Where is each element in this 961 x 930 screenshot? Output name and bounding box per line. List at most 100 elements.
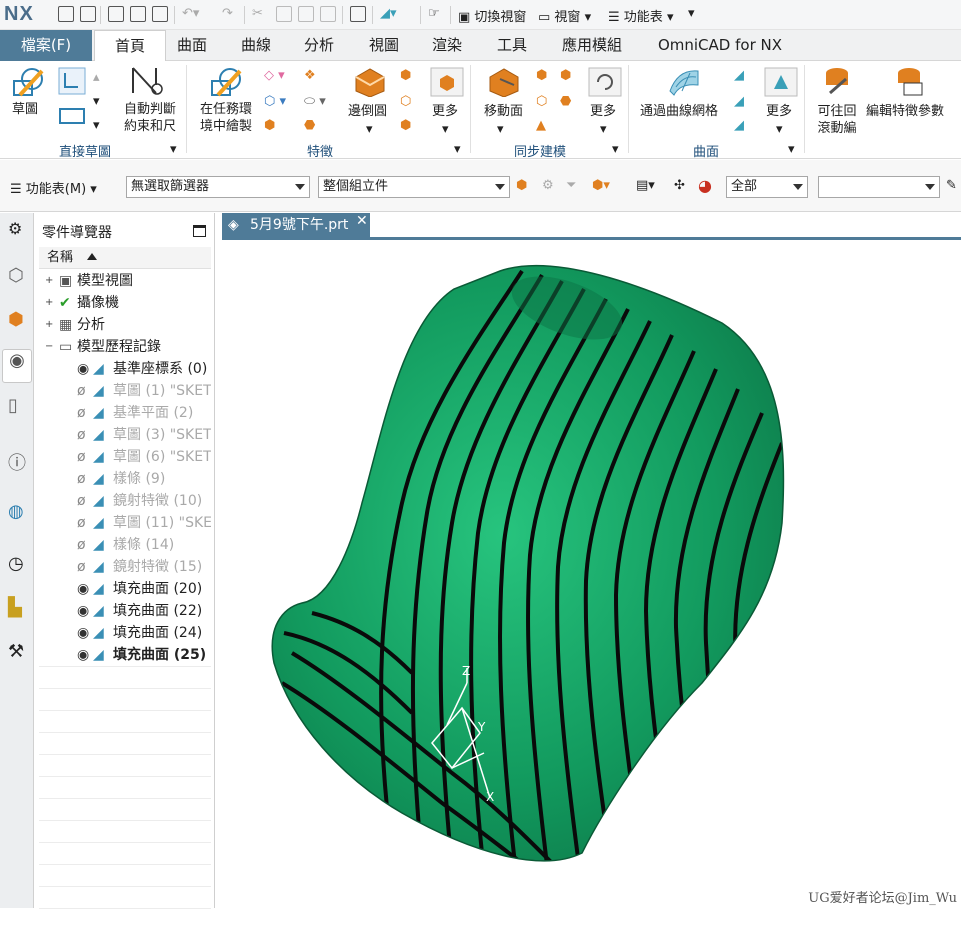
more-features-dropdown-icon[interactable]: ▾ <box>442 121 449 138</box>
save-all-icon[interactable] <box>152 6 168 22</box>
assembly-icon[interactable]: ⬢▾ <box>592 178 610 193</box>
part-navigator-icon[interactable]: ◉ <box>2 349 32 383</box>
navigator-row[interactable]: ø ◢ 草圖 (1) "SKET <box>39 380 211 402</box>
cylinder-icon[interactable]: ⬭ ▾ <box>304 93 326 110</box>
visible-eye-icon[interactable]: ◉ <box>77 622 89 644</box>
navigator-row[interactable]: ø ◢ 樣條 (14) <box>39 534 211 556</box>
more-surface-dropdown-icon[interactable]: ▾ <box>776 121 783 138</box>
expand-icon[interactable]: + <box>45 276 53 286</box>
gallery-expand-icon[interactable]: ▾ <box>93 93 100 110</box>
tab-file[interactable]: 檔案(F) <box>0 30 92 61</box>
tab-applications[interactable]: 應用模組 <box>556 30 628 61</box>
hidden-eye-icon[interactable]: ø <box>77 468 86 490</box>
web-browser-icon[interactable]: ◍ <box>8 501 28 522</box>
open-file-icon[interactable] <box>80 6 96 22</box>
constraint-navigator-icon[interactable]: ⬢ <box>8 309 28 330</box>
maximize-icon[interactable] <box>193 225 206 237</box>
navigator-row[interactable]: ø ◢ 鏡射特徵 (10) <box>39 490 211 512</box>
chamfer-icon[interactable]: ⬢ <box>400 67 411 84</box>
model-view[interactable]: Z Y X <box>222 213 961 908</box>
feature-group-dropdown-icon[interactable]: ▾ <box>454 141 461 158</box>
color-wheel-icon[interactable]: ◕ <box>698 176 712 195</box>
navigator-row[interactable]: ø ◢ 草圖 (3) "SKET <box>39 424 211 446</box>
save-as-icon[interactable] <box>130 6 146 22</box>
tab-curve[interactable]: 曲線 <box>236 30 276 61</box>
tab-surface[interactable]: 曲面 <box>172 30 212 61</box>
rectangle-icon[interactable] <box>58 105 86 127</box>
menu-button[interactable]: ☰ 功能表 ▾ <box>608 6 673 25</box>
snap-icon[interactable]: ✎ <box>946 178 957 193</box>
copy-icon[interactable] <box>276 6 292 22</box>
navigator-row[interactable]: ø ◢ 草圖 (6) "SKET <box>39 446 211 468</box>
more-surface-icon[interactable] <box>764 67 798 97</box>
more-features-icon[interactable] <box>430 67 464 97</box>
group-dropdown-icon[interactable]: ▾ <box>170 141 177 158</box>
through-curve-mesh-icon[interactable] <box>666 65 702 97</box>
block-icon[interactable]: ⬢ <box>264 117 275 134</box>
edge-blend-label[interactable]: 邊倒圓 <box>348 103 387 120</box>
hidden-eye-icon[interactable]: ø <box>77 556 86 578</box>
tab-view[interactable]: 視圖 <box>364 30 404 61</box>
navigator-row[interactable]: + ▦ 分析 <box>39 314 211 336</box>
sync-group-dropdown-icon[interactable]: ▾ <box>612 141 619 158</box>
cut-icon[interactable]: ✂ <box>252 6 263 21</box>
pull-face-icon[interactable]: ⬢ <box>536 67 547 84</box>
task-sketch-icon[interactable] <box>210 65 244 99</box>
group-direct-sketch[interactable]: 直接草圖 <box>54 141 116 160</box>
move-face-dropdown-icon[interactable]: ▾ <box>497 121 504 138</box>
resize-blend-icon[interactable]: ▲ <box>536 117 546 134</box>
sketch-icon[interactable] <box>12 65 46 99</box>
navigator-row[interactable]: ø ◢ 草圖 (11) "SKE <box>39 512 211 534</box>
hidden-eye-icon[interactable]: ø <box>77 424 86 446</box>
datum-plane-icon[interactable]: ◇ ▾ <box>264 67 285 84</box>
navigator-row[interactable]: ◉ ◢ 填充曲面 (20) <box>39 578 211 600</box>
auto-constraints-icon[interactable] <box>130 65 166 97</box>
more-sync-dropdown-icon[interactable]: ▾ <box>600 121 607 138</box>
edit-feature-parameters-icon[interactable] <box>892 65 926 97</box>
hidden-eye-icon[interactable]: ø <box>77 402 86 424</box>
save-icon[interactable] <box>108 6 124 22</box>
studio-surface-icon[interactable]: ◢ <box>734 117 744 134</box>
undo-icon[interactable]: ↶▾ <box>182 6 199 21</box>
hidden-eye-icon[interactable]: ø <box>77 512 86 534</box>
selection-filter-select[interactable]: 無選取篩選器 <box>126 176 310 198</box>
delete-face-icon[interactable]: ⬣ <box>560 93 571 110</box>
rollback-edit-label[interactable]: 可往回 滾動編 <box>812 103 862 137</box>
navigator-row[interactable]: ◉ ◢ 填充曲面 (22) <box>39 600 211 622</box>
visible-eye-icon[interactable]: ◉ <box>77 358 89 380</box>
through-curve-mesh-label[interactable]: 通過曲線網格 <box>640 103 718 120</box>
tab-omnicad[interactable]: OmniCAD for NX <box>652 30 788 61</box>
navigator-row[interactable]: ø ◢ 樣條 (9) <box>39 468 211 490</box>
settings-icon[interactable]: ⚙ <box>8 219 28 239</box>
visible-eye-icon[interactable]: ◉ <box>77 600 89 622</box>
visualization-icon[interactable]: ▙ <box>8 597 28 618</box>
blank-select[interactable] <box>818 176 940 198</box>
visible-eye-icon[interactable]: ◉ <box>77 578 89 600</box>
navigator-row[interactable]: ◉ ◢ 基準座標系 (0) <box>39 358 211 380</box>
reuse-library-icon[interactable]: ▯ <box>8 395 28 416</box>
draft-icon[interactable]: ⬢ <box>400 117 411 134</box>
more-sync-label[interactable]: 更多 <box>590 103 616 120</box>
graphics-window[interactable]: ◈ 5月9號下午.prt ✕ Z Y X UG爱好者论坛@Jim_Wu <box>222 213 961 908</box>
edge-blend-dropdown-icon[interactable]: ▾ <box>366 121 373 138</box>
more-sync-icon[interactable] <box>588 67 622 97</box>
more-surface-label[interactable]: 更多 <box>766 103 792 120</box>
layer-settings-icon[interactable]: ▤▾ <box>636 178 655 193</box>
auto-constraints-label[interactable]: 自動判斷 約束和尺 <box>118 101 182 135</box>
window-menu[interactable]: ▭ 視窗 ▾ <box>538 6 591 25</box>
history-icon[interactable]: ⓘ <box>8 449 28 474</box>
tab-home[interactable]: 首頁 <box>94 30 166 62</box>
profile-icon[interactable] <box>58 67 86 95</box>
menu-dropdown[interactable]: ☰ 功能表(M) ▾ <box>10 178 97 197</box>
new-file-icon[interactable] <box>58 6 74 22</box>
navigator-row[interactable]: ø ◢ 基準平面 (2) <box>39 402 211 424</box>
assembly-navigator-icon[interactable]: ⬡ <box>8 265 28 286</box>
extrude-icon[interactable]: ⬡ ▾ <box>264 93 286 110</box>
expand-icon[interactable]: + <box>45 320 53 330</box>
hidden-eye-icon[interactable]: ø <box>77 446 86 468</box>
more-features-label[interactable]: 更多 <box>432 103 458 120</box>
hidden-eye-icon[interactable]: ø <box>77 490 86 512</box>
edge-blend-icon[interactable] <box>352 65 388 97</box>
ruled-icon[interactable]: ◢ <box>734 67 744 84</box>
redo-icon[interactable]: ↷ <box>222 6 233 21</box>
